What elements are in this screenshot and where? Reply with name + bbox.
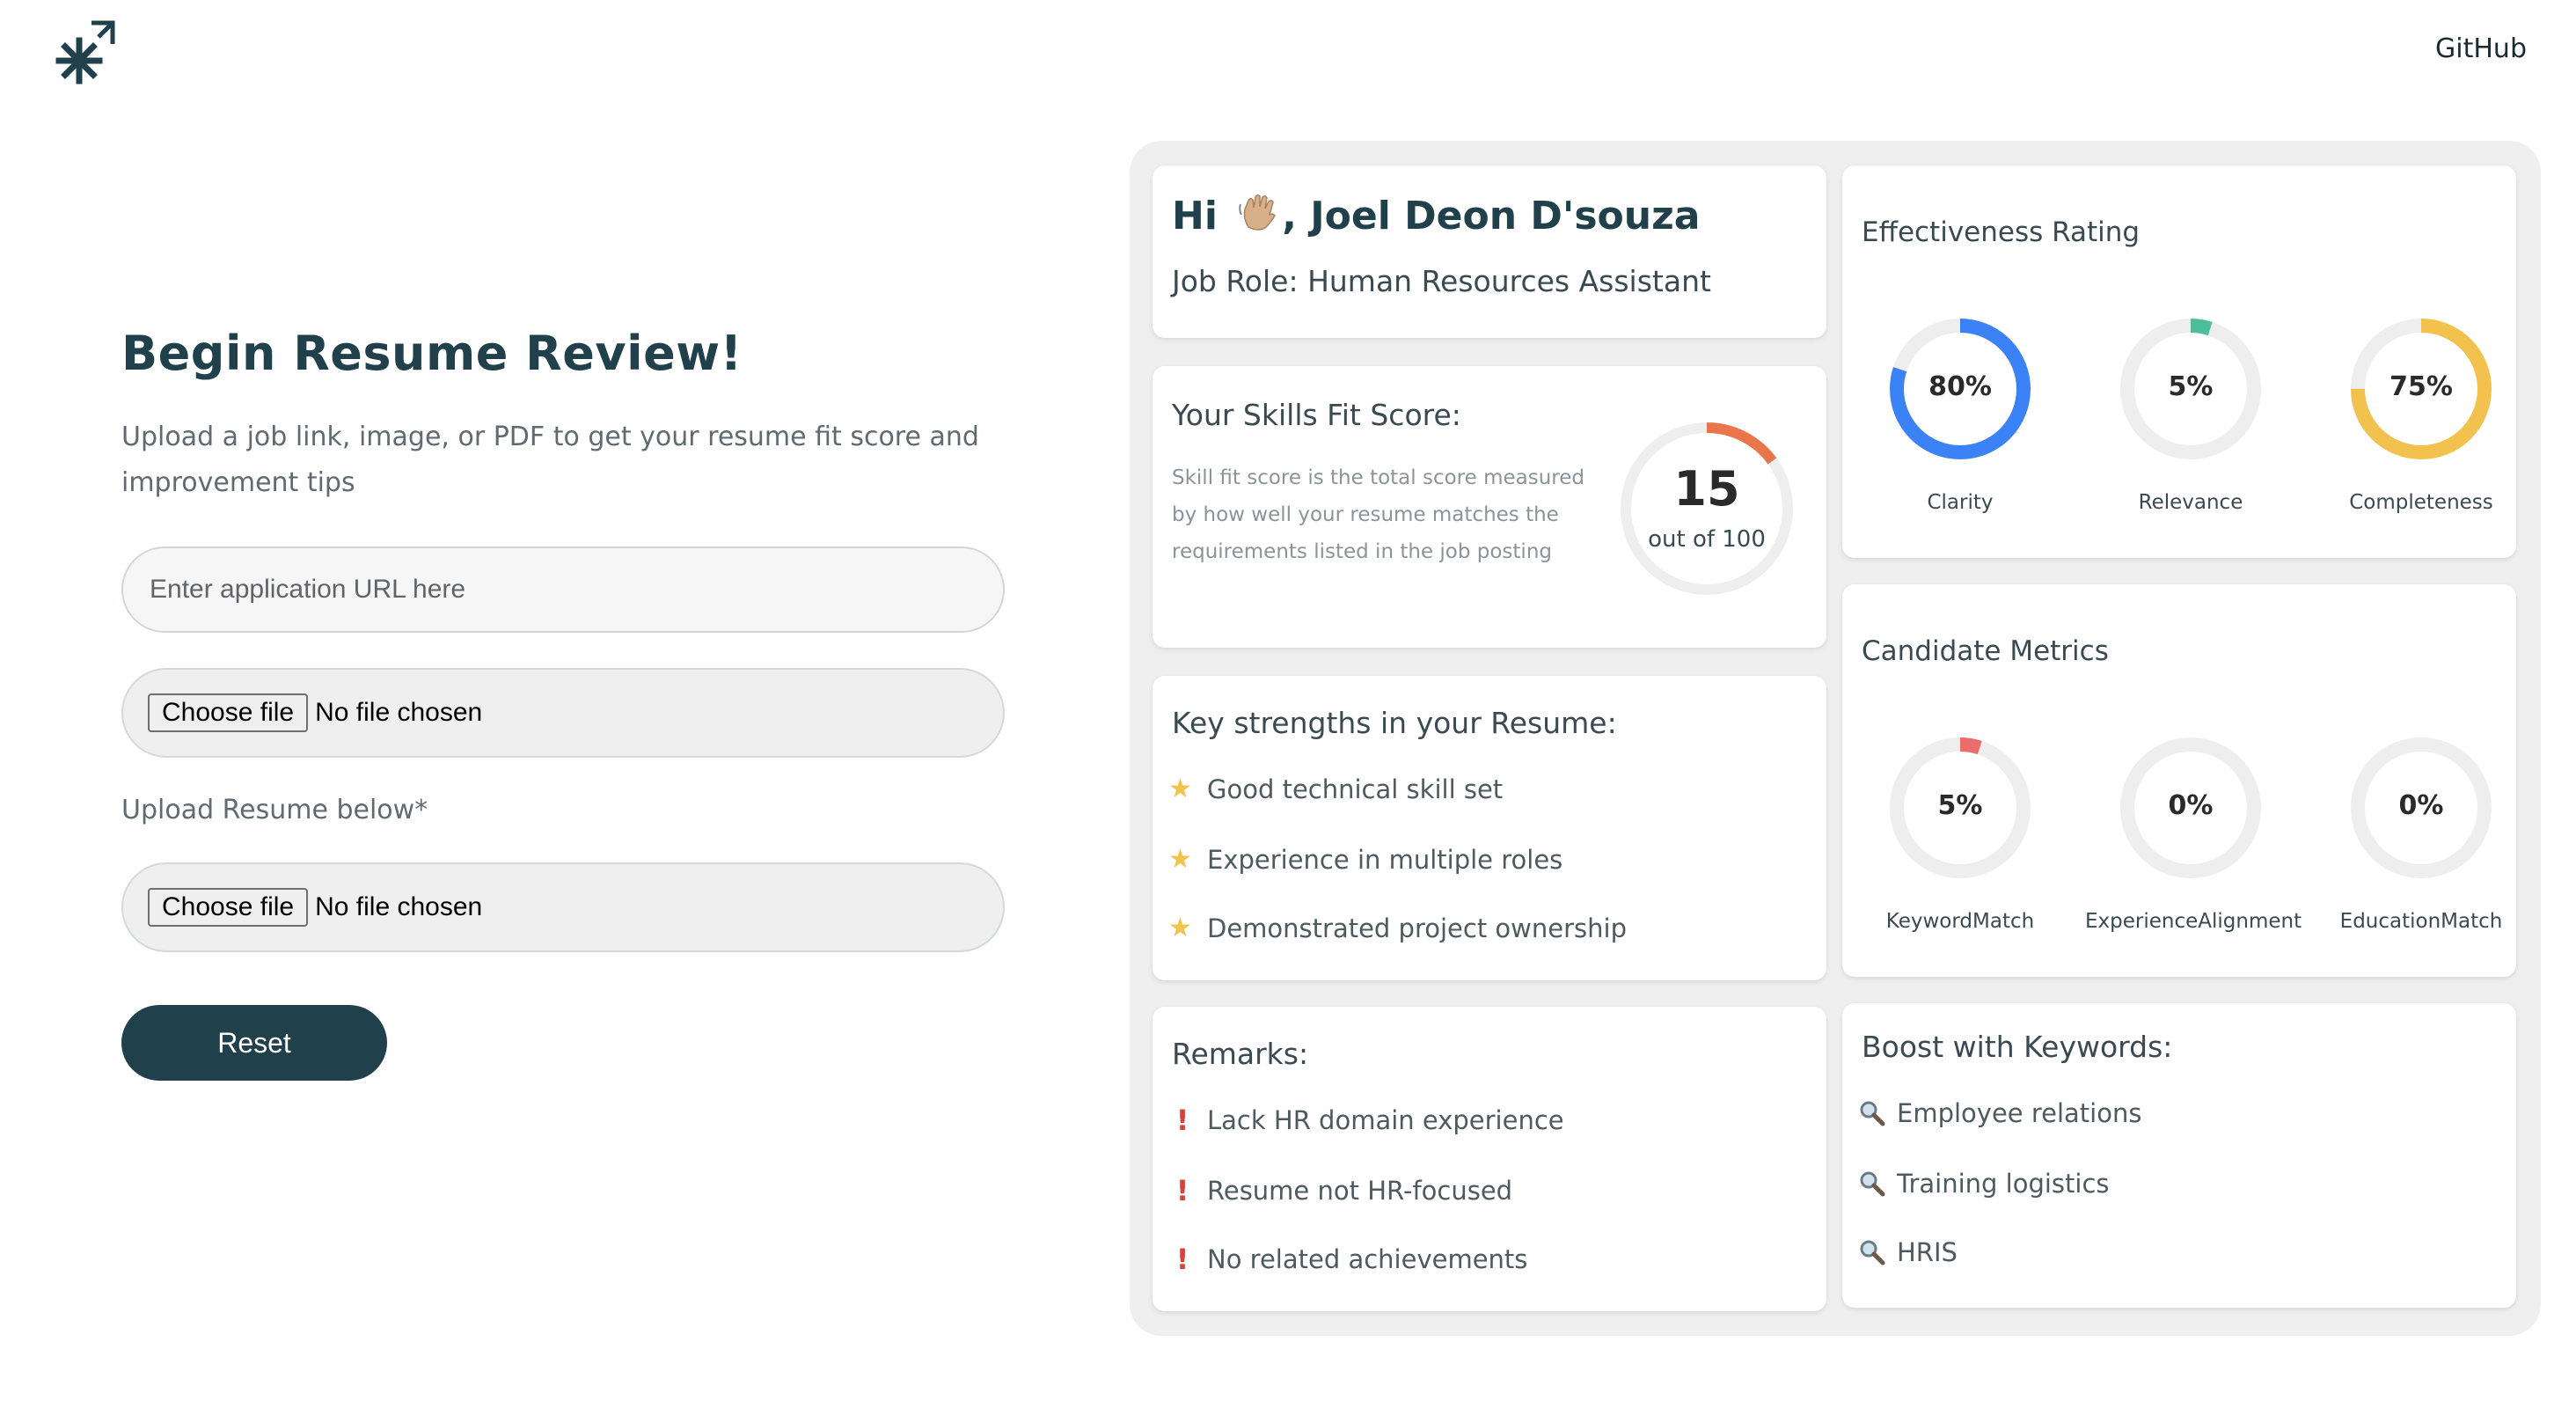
effectiveness-metric-gauge: 75% [2351,319,2492,459]
exclamation-icon: ! [1175,1104,1189,1137]
greeting-prefix: Hi [1172,194,1218,238]
effectiveness-metric-label: Clarity [1927,491,1994,514]
magnifier-icon [1858,1170,1886,1198]
skills-fit-card: Your Skills Fit Score: Skill fit score i… [1153,366,1826,648]
star-icon: ★ [1168,844,1192,875]
keyword-item: Training logistics [1858,1169,2110,1199]
github-link[interactable]: GitHub [2435,33,2527,64]
job-role: Job Role: Human Resources Assistant [1172,264,1711,298]
candidate-metric-label: EducationMatch [2339,910,2503,933]
key-strengths-card: Key strengths in your Resume: ★ Good tech… [1153,676,1826,980]
candidate-metric-value: 5% [1937,790,1983,821]
strength-item: ★ Demonstrated project ownership [1168,913,1627,943]
skills-fit-description: Skill fit score is the total score measu… [1172,466,1584,563]
candidate-name: , Joel Deon D'souza [1282,194,1701,238]
star-icon: ★ [1168,913,1192,943]
effectiveness-metric-value: 80% [1928,371,1992,402]
key-strengths-heading: Key strengths in your Resume: [1172,706,1617,740]
resume-file-upload[interactable]: Choose file No file chosen [121,862,1005,952]
waving-hand-icon [1238,192,1282,231]
effectiveness-metric-value: 75% [2389,371,2453,402]
skills-fit-score: 15 [1673,461,1740,517]
reset-button[interactable]: Reset [121,1005,387,1081]
candidate-metric-label: KeywordMatch [1885,910,2035,933]
resume-choose-file-button[interactable]: Choose file [148,888,309,927]
candidate-metric-value: 0% [2398,790,2444,821]
remark-item: ! No related achievements [1168,1243,1528,1276]
keyword-item: HRIS [1858,1237,1958,1267]
effectiveness-heading: Effectiveness Rating [1862,216,2141,248]
keywords-heading: Boost with Keywords: [1862,1030,2173,1064]
form-title: Begin Resume Review! [121,326,743,381]
application-url-input[interactable] [121,546,1005,633]
candidate-metric-value: 0% [2168,790,2214,821]
effectiveness-metric-gauge: 5% [2120,319,2261,459]
keyword-item: Employee relations [1858,1098,2141,1128]
skills-fit-heading: Your Skills Fit Score: [1172,398,1461,432]
effectiveness-metric-label: Relevance [2138,491,2243,514]
effectiveness-metric-gauge: 80% [1890,319,2031,459]
candidate-metric-gauge: 5% [1890,737,2031,878]
greeting-title: Hi , Joel Deon D'souza [1172,192,1700,238]
remark-item: ! Lack HR domain experience [1168,1105,1564,1135]
strength-item: ★ Good technical skill set [1168,774,1504,804]
upload-resume-label: Upload Resume below* [121,795,428,825]
effectiveness-metric-value: 5% [2168,371,2214,402]
magnifier-icon [1858,1099,1886,1127]
candidate-metric-gauge: 0% [2120,737,2261,878]
candidate-metric-gauge: 0% [2351,737,2492,878]
keywords-card: Boost with Keywords: Employee relations … [1842,1003,2516,1308]
skills-fit-gauge: 15 out of 100 [1617,419,1797,598]
results-panel: Hi , Joel Deon D'souza Job Role: Human R… [1130,141,2541,1336]
star-icon: ★ [1168,774,1192,804]
remarks-card: Remarks: ! Lack HR domain experience ! Res… [1153,1007,1826,1311]
strength-item: ★ Experience in multiple roles [1168,844,1563,875]
exclamation-icon: ! [1175,1174,1189,1207]
greeting-card: Hi , Joel Deon D'souza Job Role: Human R… [1153,165,1826,338]
app-logo-icon[interactable] [48,18,118,88]
remark-item: ! Resume not HR-focused [1168,1176,1512,1206]
candidate-metric-label: ExperienceAlignment [2085,910,2302,933]
effectiveness-card: Effectiveness Rating 80% Clarity 5% Relevan… [1842,165,2516,558]
job-choose-file-button[interactable]: Choose file [148,693,309,732]
resume-upload-form: Begin Resume Review! Upload a job link, … [121,326,1010,1081]
form-subtitle: Upload a job link, image, or PDF to get … [121,422,979,498]
job-file-status: No file chosen [315,698,483,727]
effectiveness-metric-label: Completeness [2349,491,2493,514]
exclamation-icon: ! [1175,1243,1189,1276]
job-file-upload[interactable]: Choose file No file chosen [121,668,1005,758]
magnifier-icon [1858,1238,1886,1266]
skills-fit-out-of: out of 100 [1648,526,1766,553]
resume-file-status: No file chosen [315,892,483,921]
candidate-metrics-heading: Candidate Metrics [1862,635,2109,667]
candidate-metrics-card: Candidate Metrics 5% KeywordMatch 0% Experi… [1842,584,2516,977]
remarks-heading: Remarks: [1172,1037,1309,1071]
